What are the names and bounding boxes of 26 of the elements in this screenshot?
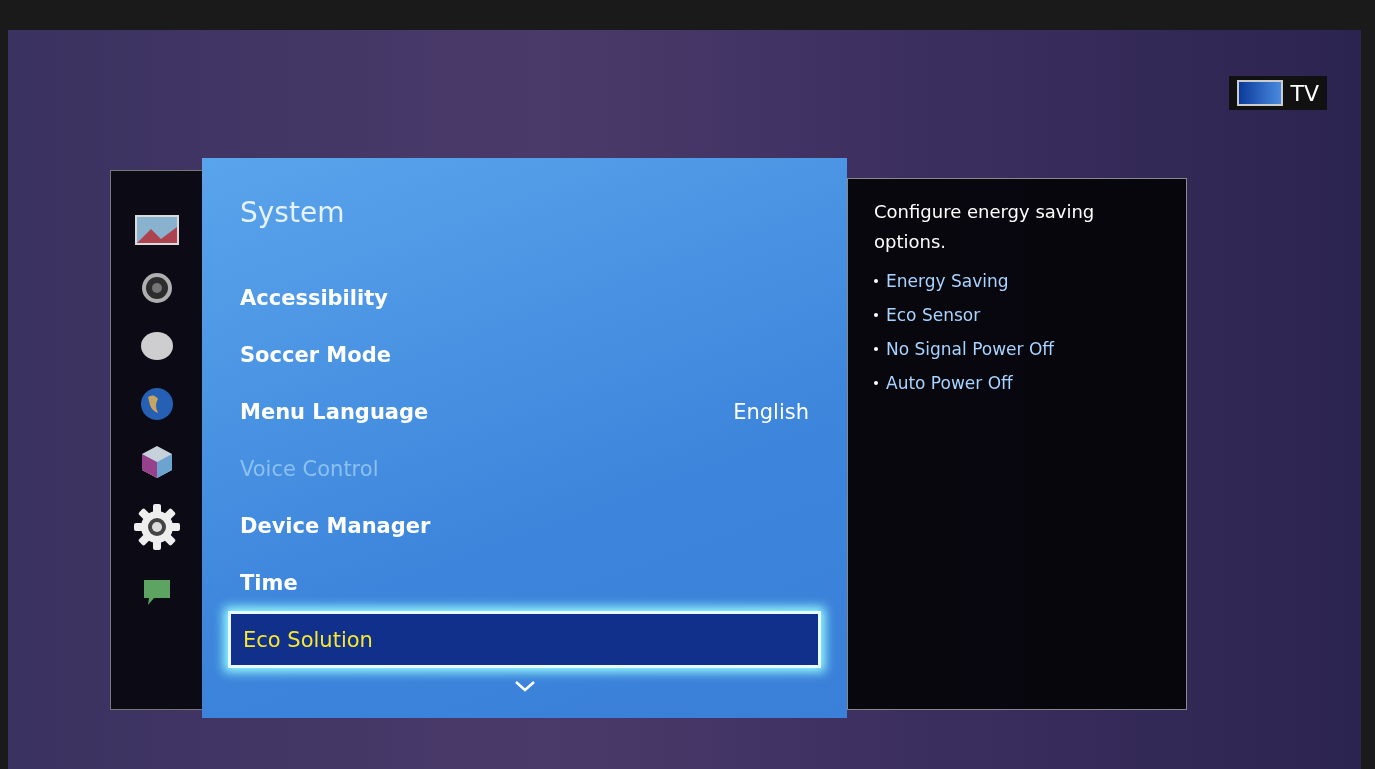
menu-item[interactable]: Eco Solution bbox=[228, 611, 821, 668]
bullet-icon bbox=[874, 347, 878, 352]
disc-icon[interactable] bbox=[139, 331, 174, 361]
option-text: Auto Power Off bbox=[886, 373, 1013, 394]
menu-item[interactable]: Device Manager bbox=[228, 497, 821, 554]
menu-item[interactable]: Time bbox=[228, 554, 821, 611]
menu-title: System bbox=[240, 196, 346, 229]
bullet-icon bbox=[874, 279, 878, 284]
option-text: Energy Saving bbox=[886, 271, 1009, 292]
settings-icon[interactable] bbox=[132, 503, 181, 551]
description-text: Configure energy saving options. bbox=[874, 200, 1096, 254]
speech-bubble-icon[interactable] bbox=[141, 578, 172, 606]
chevron-down-icon[interactable] bbox=[513, 680, 536, 692]
picture-icon[interactable] bbox=[134, 215, 179, 245]
menu-item[interactable]: Soccer Mode bbox=[228, 326, 821, 383]
menu-item[interactable]: Accessibility bbox=[228, 269, 821, 326]
bullet-icon bbox=[874, 313, 878, 318]
menu-item[interactable]: Menu Language English bbox=[228, 383, 821, 440]
tv-screen-icon bbox=[1236, 80, 1283, 106]
source-label: TV bbox=[1290, 80, 1319, 106]
bullet-icon bbox=[874, 381, 878, 386]
globe-icon[interactable] bbox=[139, 387, 174, 421]
option-text: No Signal Power Off bbox=[886, 339, 1055, 360]
speaker-icon[interactable] bbox=[140, 272, 173, 304]
option-text: Eco Sensor bbox=[886, 305, 981, 326]
cube-icon[interactable] bbox=[140, 445, 173, 479]
